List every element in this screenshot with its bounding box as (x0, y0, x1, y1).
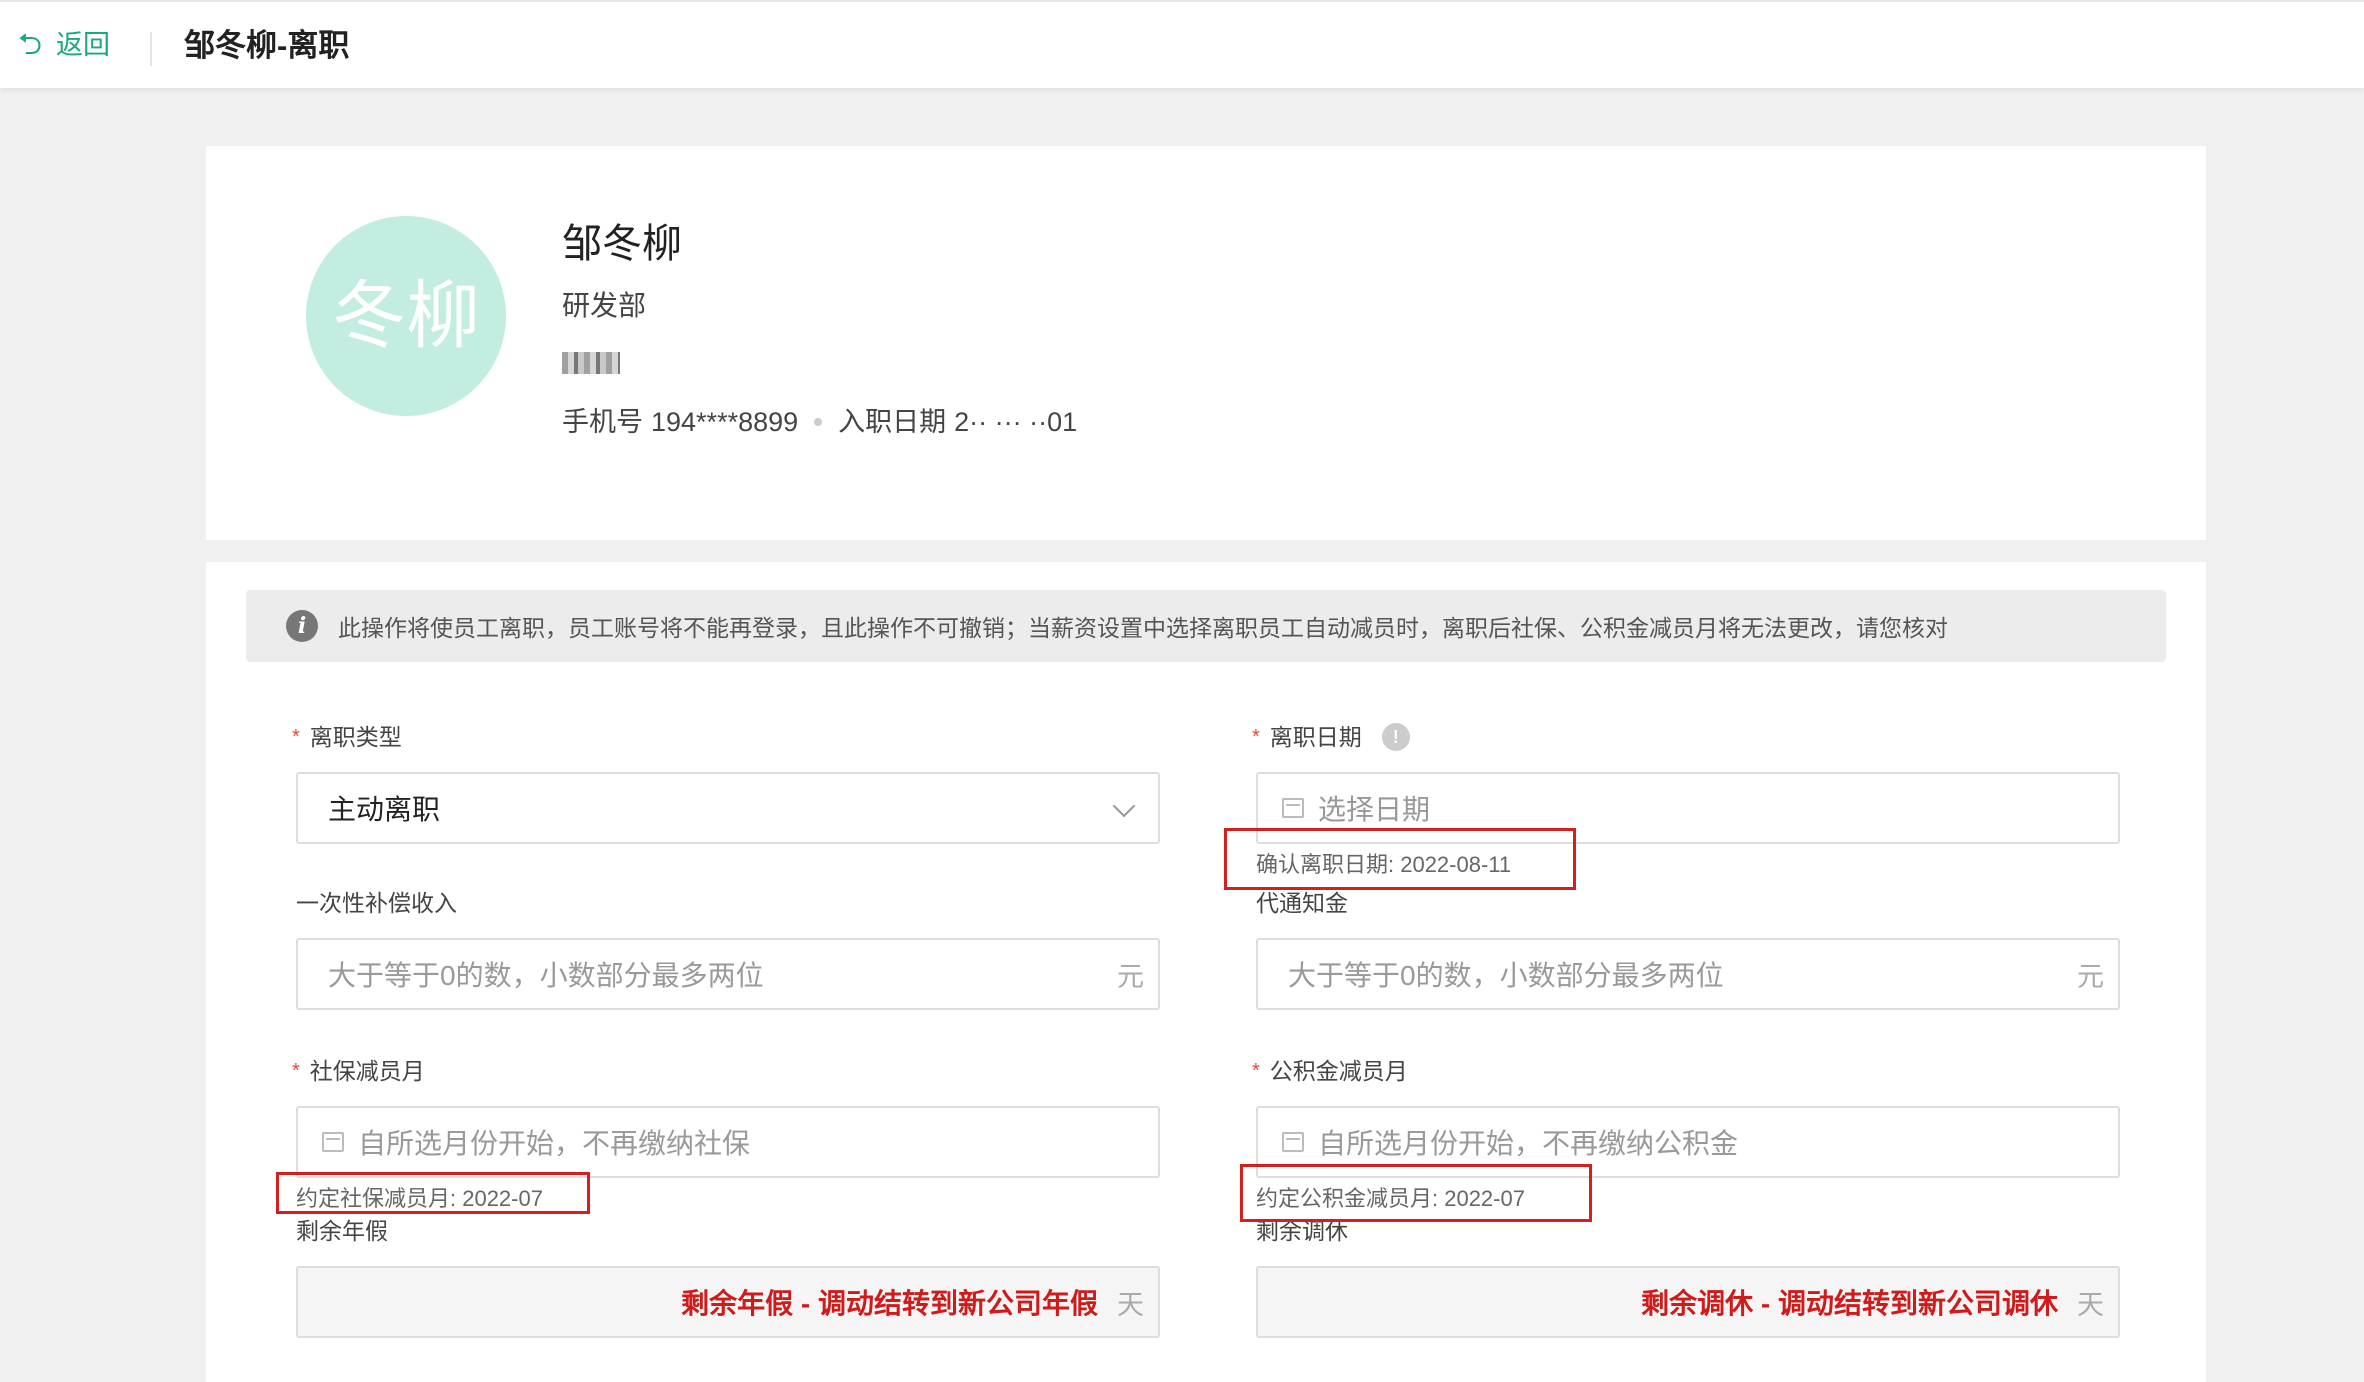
fund-month-placeholder: 自所选月份开始，不再缴纳公积金 (1318, 1128, 1739, 1159)
required-mark: * (1252, 1060, 1260, 1082)
employee-name: 邹冬柳 (562, 222, 682, 266)
annual-leave-label: 剩余年假 (296, 1218, 388, 1244)
social-month-placeholder: 自所选月份开始，不再缴纳社保 (358, 1128, 751, 1159)
calendar-icon (1282, 798, 1304, 818)
annotation-box-social-month (276, 1172, 590, 1214)
calendar-icon (1282, 1132, 1304, 1152)
severance-field: 一次性补偿收入 大于等于0的数，小数部分最多两位 元 (296, 888, 1160, 1010)
comp-leave-input[interactable]: 剩余调休 - 调动结转到新公司调休 天 (1256, 1266, 2120, 1338)
avatar: 冬柳 (306, 216, 506, 416)
hire-date-value: 2·· ··· ··01 (954, 407, 1078, 437)
separator-dot (814, 418, 823, 426)
leave-type-select[interactable]: 主动离职 (296, 772, 1160, 844)
notice-pay-input[interactable]: 大于等于0的数，小数部分最多两位 元 (1256, 938, 2120, 1010)
notice-pay-label: 代通知金 (1256, 890, 1348, 916)
back-button[interactable]: ⮌ 返回 (18, 26, 110, 64)
phone-label: 手机号 (562, 407, 643, 437)
notice-pay-field: 代通知金 大于等于0的数，小数部分最多两位 元 (1256, 888, 2120, 1010)
divider (150, 32, 152, 66)
help-icon[interactable]: ! (1381, 723, 1410, 751)
profile-card: 冬柳 邹冬柳 研发部 手机号 194****8899 入职日期 2·· ··· … (206, 146, 2206, 540)
page-title: 邹冬柳-离职 (184, 28, 350, 63)
social-month-label: 社保减员月 (309, 1058, 425, 1084)
comp-leave-field: 剩余调休 剩余调休 - 调动结转到新公司调休 天 (1256, 1216, 2120, 1338)
required-mark: * (292, 1060, 300, 1082)
day-unit: 天 (2077, 1289, 2104, 1320)
notice-banner: i 此操作将使员工离职，员工账号将不能再登录，且此操作不可撤销；当薪资设置中选择… (246, 590, 2166, 662)
notice-text: 此操作将使员工离职，员工账号将不能再登录，且此操作不可撤销；当薪资设置中选择离职… (338, 615, 1948, 641)
back-label: 返回 (56, 30, 111, 60)
leave-type-value: 主动离职 (328, 794, 441, 825)
leave-date-placeholder: 选择日期 (1318, 794, 1431, 825)
comp-leave-value: 剩余调休 - 调动结转到新公司调休 (1641, 1288, 2058, 1319)
severance-input[interactable]: 大于等于0的数，小数部分最多两位 元 (296, 938, 1160, 1010)
required-mark: * (1252, 726, 1260, 748)
day-unit: 天 (1117, 1289, 1144, 1320)
notice-pay-placeholder: 大于等于0的数，小数部分最多两位 (1288, 960, 1724, 991)
social-month-picker[interactable]: 自所选月份开始，不再缴纳社保 (296, 1106, 1160, 1178)
leave-type-field: * 离职类型 主动离职 (292, 722, 1160, 844)
currency-unit: 元 (2077, 961, 2104, 992)
annotation-box-leave-date (1224, 828, 1576, 890)
chevron-down-icon (1112, 794, 1136, 818)
blurred-info (562, 352, 620, 374)
annual-leave-value: 剩余年假 - 调动结转到新公司年假 (681, 1288, 1098, 1319)
hire-date-label: 入职日期 (838, 407, 947, 437)
annotation-box-fund-month (1240, 1164, 1592, 1222)
severance-label: 一次性补偿收入 (296, 890, 457, 916)
leave-type-label: 离职类型 (309, 724, 402, 750)
phone-value: 194****8899 (651, 407, 799, 437)
required-mark: * (292, 726, 300, 748)
resignation-form-card: i 此操作将使员工离职，员工账号将不能再登录，且此操作不可撤销；当薪资设置中选择… (206, 562, 2206, 1382)
severance-placeholder: 大于等于0的数，小数部分最多两位 (328, 960, 764, 991)
leave-date-label: 离职日期 (1269, 724, 1362, 750)
employee-meta: 手机号 194****8899 入职日期 2·· ··· ··01 (562, 404, 1077, 440)
top-bar: ⮌ 返回 邹冬柳-离职 (0, 0, 2364, 88)
employee-department: 研发部 (562, 290, 647, 321)
info-icon: i (286, 610, 318, 642)
fund-month-label: 公积金减员月 (1269, 1058, 1408, 1084)
calendar-icon (322, 1132, 344, 1152)
undo-arrow-icon: ⮌ (18, 28, 43, 61)
annual-leave-field: 剩余年假 剩余年假 - 调动结转到新公司年假 天 (296, 1216, 1160, 1338)
annual-leave-input[interactable]: 剩余年假 - 调动结转到新公司年假 天 (296, 1266, 1160, 1338)
currency-unit: 元 (1117, 961, 1144, 992)
